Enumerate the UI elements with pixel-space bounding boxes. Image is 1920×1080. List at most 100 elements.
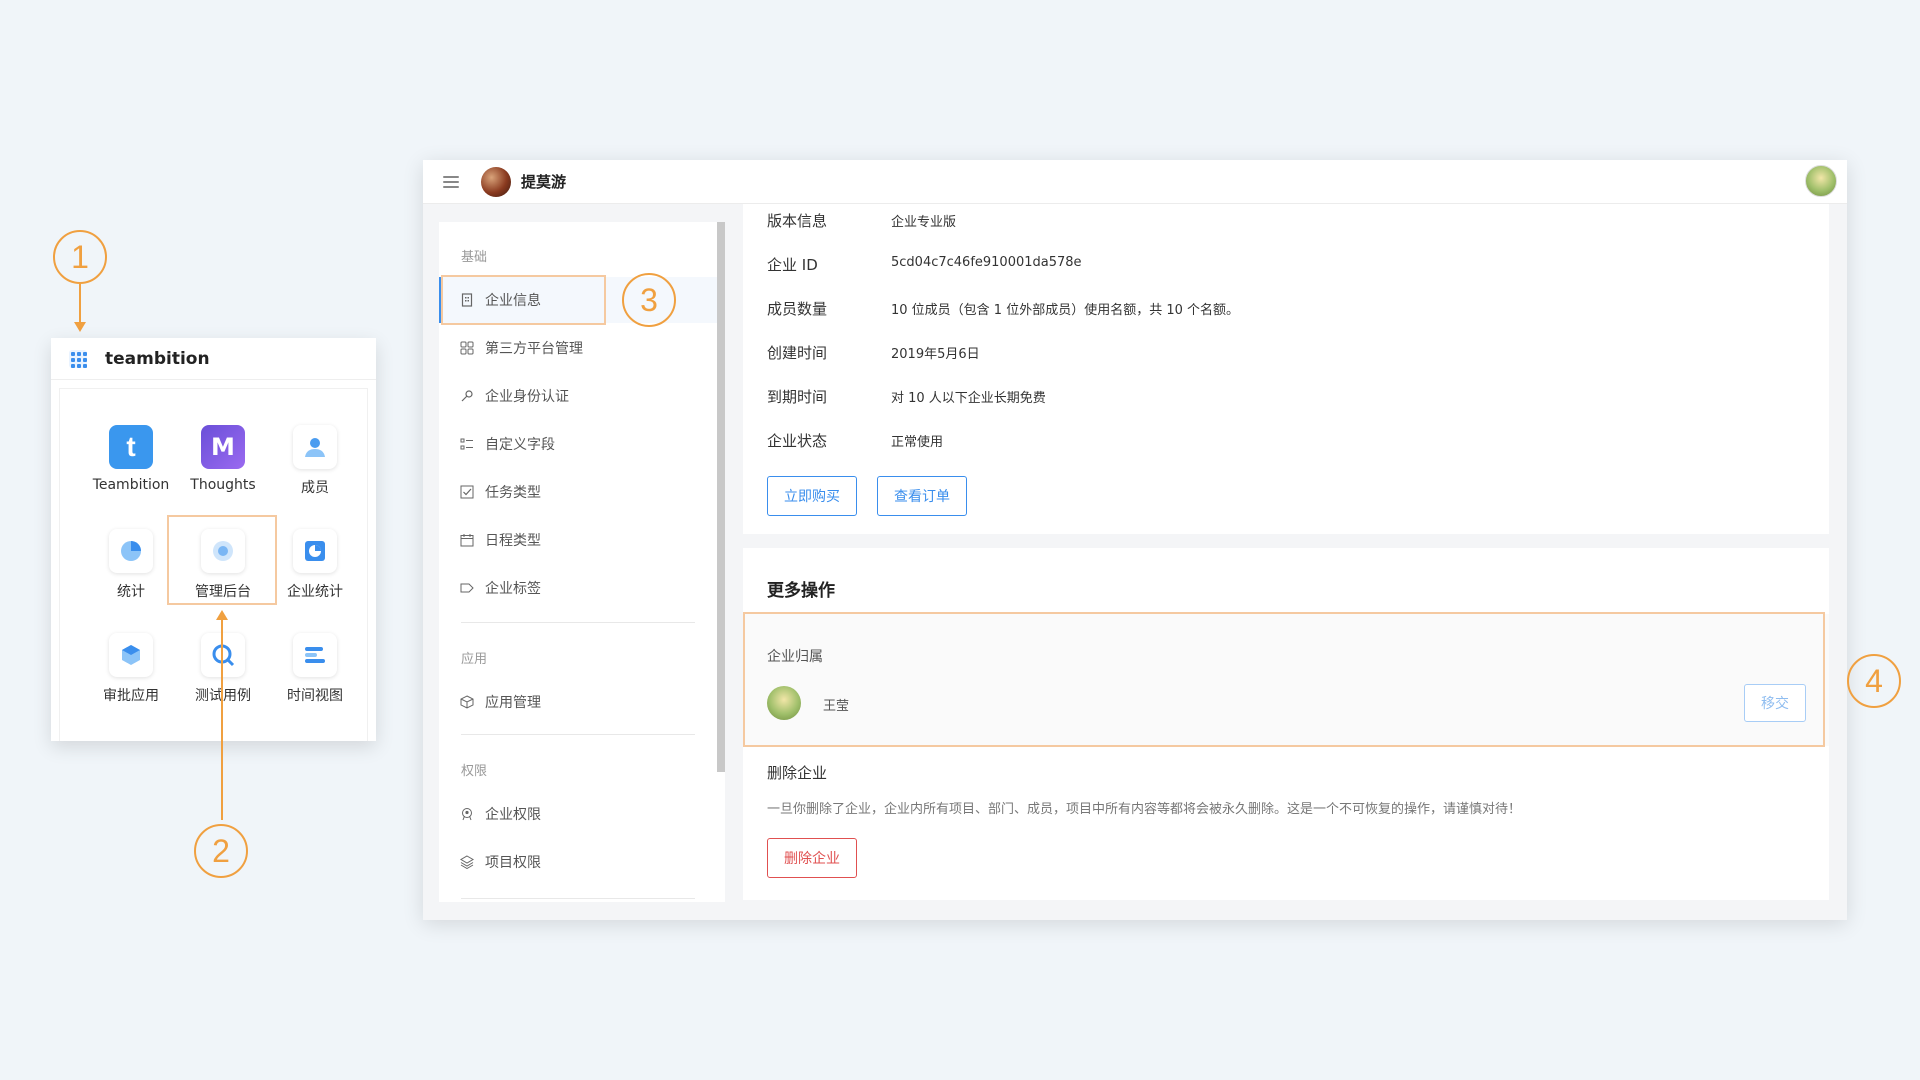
sidebar-scrollbar[interactable] bbox=[717, 222, 725, 772]
sidebar-item-third-party[interactable]: 第三方平台管理 bbox=[439, 325, 717, 371]
highlight-admin-tile bbox=[167, 515, 277, 605]
app-label: 测试用例 bbox=[195, 688, 251, 704]
info-key: 版本信息 bbox=[767, 212, 828, 230]
highlight-owner-section bbox=[743, 612, 1825, 747]
app-tile-timeline[interactable]: 时间视图 bbox=[270, 633, 360, 705]
sidebar-item-project-permissions[interactable]: 项目权限 bbox=[439, 839, 717, 885]
sidebar-item-identity-auth[interactable]: 企业身份认证 bbox=[439, 373, 717, 419]
annotation-marker-2: 2 bbox=[194, 824, 248, 878]
timeline-icon bbox=[293, 633, 337, 677]
highlight-enterprise-info bbox=[441, 275, 606, 325]
grid-icon bbox=[459, 340, 475, 356]
teambition-logo-icon: t bbox=[109, 425, 153, 469]
sidebar-item-enterprise-permissions[interactable]: 企业权限 bbox=[439, 791, 717, 837]
info-key: 成员数量 bbox=[767, 300, 828, 318]
app-label: 统计 bbox=[117, 584, 145, 600]
view-orders-button[interactable]: 查看订单 bbox=[877, 476, 967, 516]
info-key: 创建时间 bbox=[767, 344, 828, 362]
sidebar-item-label: 任务类型 bbox=[485, 485, 541, 501]
app-tile-enterprise-stats[interactable]: 企业统计 bbox=[270, 529, 360, 601]
info-row-created: 创建时间 2019年5月6日 bbox=[767, 342, 980, 363]
app-label: 时间视图 bbox=[287, 688, 343, 704]
delete-enterprise-title: 删除企业 bbox=[767, 764, 828, 782]
app-label: Teambition bbox=[92, 477, 170, 493]
org-name: 提莫游 bbox=[521, 173, 567, 191]
section-title-permissions: 权限 bbox=[461, 764, 488, 779]
sidebar-item-schedule-types[interactable]: 日程类型 bbox=[439, 517, 717, 563]
app-tile-stats[interactable]: 统计 bbox=[86, 529, 176, 601]
info-row-expiry: 到期时间 对 10 人以下企业长期免费 bbox=[767, 386, 1046, 407]
admin-window: 提莫游 基础 企业信息 第三方平台管理 企业身份认证 自定义字段 任务类型 日程… bbox=[423, 160, 1847, 920]
shield-user-icon bbox=[459, 806, 475, 822]
info-value: 10 位成员（包含 1 位外部成员）使用名额，共 10 个名额。 bbox=[891, 303, 1240, 318]
section-title-apps: 应用 bbox=[461, 652, 488, 667]
buy-now-button[interactable]: 立即购买 bbox=[767, 476, 857, 516]
tag-icon bbox=[459, 580, 475, 596]
info-value: 5cd04c7c46fe910001da578e bbox=[891, 255, 1082, 270]
sidebar-item-task-types[interactable]: 任务类型 bbox=[439, 469, 717, 515]
more-actions-title: 更多操作 bbox=[767, 581, 835, 601]
org-avatar bbox=[481, 166, 511, 197]
info-value: 正常使用 bbox=[891, 435, 944, 450]
app-label: 企业统计 bbox=[287, 584, 343, 600]
test-case-icon bbox=[201, 633, 245, 677]
info-key: 企业状态 bbox=[767, 432, 828, 450]
app-tile-test-case[interactable]: 测试用例 bbox=[178, 633, 268, 705]
delete-enterprise-button[interactable]: 删除企业 bbox=[767, 838, 857, 878]
info-row-status: 企业状态 正常使用 bbox=[767, 430, 943, 451]
pie-chart-icon bbox=[109, 529, 153, 573]
info-row-member-count: 成员数量 10 位成员（包含 1 位外部成员）使用名额，共 10 个名额。 bbox=[767, 298, 1239, 319]
annotation-marker-4: 4 bbox=[1847, 654, 1901, 708]
cube-icon bbox=[459, 694, 475, 710]
list-icon bbox=[459, 436, 475, 452]
hamburger-menu-icon[interactable] bbox=[443, 173, 459, 191]
info-row-version: 版本信息 企业专业版 bbox=[767, 210, 956, 231]
app-tile-members[interactable]: 成员 bbox=[270, 425, 360, 497]
annotation-marker-3: 3 bbox=[622, 273, 676, 327]
app-label: 审批应用 bbox=[103, 688, 159, 704]
info-value: 2019年5月6日 bbox=[891, 347, 980, 362]
annotation-connector-2 bbox=[221, 618, 223, 820]
info-value: 企业专业版 bbox=[891, 215, 957, 230]
section-title-basic: 基础 bbox=[461, 250, 488, 265]
sidebar-item-tags[interactable]: 企业标签 bbox=[439, 565, 717, 611]
user-avatar[interactable] bbox=[1805, 165, 1837, 197]
key-icon bbox=[459, 388, 475, 404]
sidebar-divider bbox=[461, 734, 695, 735]
sidebar-divider bbox=[461, 898, 695, 899]
info-key: 到期时间 bbox=[767, 388, 828, 406]
enterprise-info-panel: 版本信息 企业专业版 企业 ID 5cd04c7c46fe910001da578… bbox=[743, 204, 1829, 534]
checkbox-icon bbox=[459, 484, 475, 500]
sidebar-item-label: 企业权限 bbox=[485, 807, 541, 823]
sidebar-item-app-management[interactable]: 应用管理 bbox=[439, 679, 717, 725]
delete-enterprise-description: 一旦你删除了企业，企业内所有项目、部门、成员，项目中所有内容等都将会被永久删除。… bbox=[767, 802, 1522, 817]
annotation-arrow-1 bbox=[74, 322, 86, 332]
sidebar-item-label: 应用管理 bbox=[485, 695, 541, 711]
enterprise-stats-icon bbox=[293, 529, 337, 573]
members-icon bbox=[293, 425, 337, 469]
annotation-connector-1 bbox=[79, 284, 81, 324]
sidebar-divider bbox=[461, 622, 695, 623]
top-bar: 提莫游 bbox=[423, 160, 1847, 204]
app-label: Thoughts bbox=[190, 477, 256, 493]
sidebar-item-label: 企业标签 bbox=[485, 581, 541, 597]
info-value: 对 10 人以下企业长期免费 bbox=[891, 391, 1046, 406]
sidebar-item-label: 第三方平台管理 bbox=[485, 341, 583, 357]
app-switcher-title: teambition bbox=[105, 348, 210, 369]
layers-icon bbox=[459, 854, 475, 870]
sidebar-item-label: 自定义字段 bbox=[485, 437, 555, 453]
app-tile-thoughts[interactable]: M Thoughts bbox=[178, 425, 268, 493]
sidebar-item-label: 项目权限 bbox=[485, 855, 541, 871]
sidebar-item-label: 日程类型 bbox=[485, 533, 541, 549]
info-row-enterprise-id: 企业 ID 5cd04c7c46fe910001da578e bbox=[767, 254, 1082, 275]
app-tile-approval[interactable]: 审批应用 bbox=[86, 633, 176, 705]
thoughts-logo-icon: M bbox=[201, 425, 245, 469]
app-switcher-header: teambition bbox=[51, 338, 376, 380]
annotation-marker-1: 1 bbox=[53, 230, 107, 284]
sidebar-item-label: 企业身份认证 bbox=[485, 389, 569, 405]
app-tile-teambition[interactable]: t Teambition bbox=[86, 425, 176, 493]
apps-grid-icon[interactable] bbox=[69, 349, 87, 368]
sidebar-item-custom-fields[interactable]: 自定义字段 bbox=[439, 421, 717, 467]
info-key: 企业 ID bbox=[767, 256, 818, 274]
app-label: 成员 bbox=[301, 480, 329, 496]
